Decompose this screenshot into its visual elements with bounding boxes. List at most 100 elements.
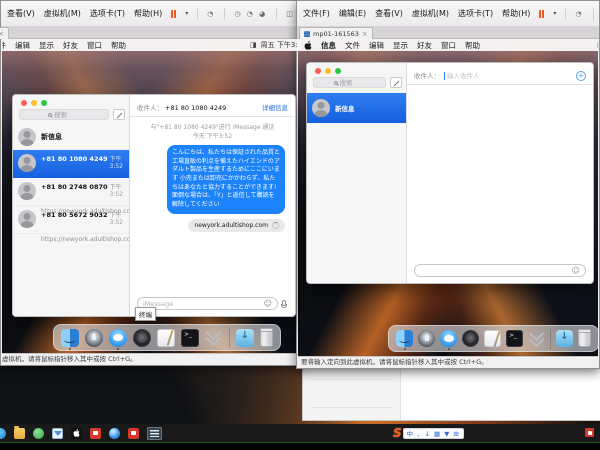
trash-icon[interactable]	[578, 330, 591, 347]
taskbar-icon-red-app-2[interactable]	[128, 428, 139, 439]
list-item-conversation[interactable]: +81 80 2748 0870下午3:52 https://newyork.a…	[13, 178, 129, 206]
taskbar-icon-mail-app[interactable]	[52, 428, 63, 439]
apple-menu-icon[interactable]	[304, 41, 312, 50]
emoji-icon[interactable]: ☺	[572, 267, 580, 275]
menu-tabs[interactable]: 选项卡(T)	[458, 8, 493, 19]
dark-app-icon[interactable]	[462, 330, 479, 347]
menu-file[interactable]: 文件(F)	[303, 8, 330, 19]
taskbar-icon-green-app[interactable]	[33, 428, 44, 439]
compose-button[interactable]	[390, 77, 402, 88]
recipient-value[interactable]: +81 80 1080 4249	[165, 104, 226, 112]
outgoing-message-bubble: こんにちは、私たちは保証された品質と工場直販の利点を備えたハイエンドのアダルト製…	[167, 145, 285, 214]
textedit-icon[interactable]	[157, 329, 175, 347]
menubar-item-file[interactable]: 文件	[2, 40, 6, 51]
message-input[interactable]	[420, 267, 568, 275]
tab-close-icon[interactable]: ×	[0, 30, 4, 38]
input-source-icon[interactable]: ◨	[250, 41, 257, 49]
taskbar-icon-vmware-active[interactable]	[147, 427, 162, 440]
recipient-input[interactable]	[447, 72, 586, 80]
menu-view[interactable]: 查看(V)	[7, 8, 35, 19]
tray-notification-icon[interactable]	[585, 428, 594, 437]
trash-icon[interactable]	[260, 329, 273, 347]
recipient-header: 收件人： +81 80 1080 4249 详细信息	[130, 95, 295, 117]
taskbar-icon-file-explorer[interactable]	[14, 428, 25, 439]
emoji-icon[interactable]: ☺	[264, 300, 272, 308]
close-button[interactable]	[315, 68, 321, 74]
minimize-button[interactable]	[31, 100, 37, 106]
taskbar-icon-apple-app[interactable]	[71, 428, 82, 439]
menubar-item-help[interactable]: 帮助	[465, 40, 480, 51]
toolbar-separator	[276, 8, 277, 20]
menu-vm[interactable]: 虚拟机(M)	[44, 8, 81, 19]
search-input[interactable]	[54, 111, 80, 119]
details-link[interactable]: 详细信息	[262, 102, 288, 112]
message-input[interactable]	[143, 300, 260, 308]
messages-icon[interactable]	[440, 330, 457, 347]
ctrl-alt-del-icon[interactable]: ◔	[207, 10, 215, 18]
pause-dropdown-icon[interactable]: ▾	[185, 10, 188, 17]
menu-edit[interactable]: 编辑(E)	[339, 8, 366, 19]
microphone-icon[interactable]	[282, 300, 286, 306]
search-input[interactable]	[340, 79, 366, 87]
dark-app-icon[interactable]	[133, 329, 151, 347]
launchpad-icon[interactable]	[418, 330, 435, 347]
menu-tabs[interactable]: 选项卡(T)	[90, 8, 125, 19]
menubar-item-view[interactable]: 显示	[393, 40, 408, 51]
close-button[interactable]	[21, 100, 27, 106]
terminal-icon[interactable]	[506, 330, 523, 347]
menubar-item-file[interactable]: 文件	[345, 40, 360, 51]
menubar-item-buddies[interactable]: 好友	[417, 40, 432, 51]
message-thread-empty	[407, 85, 593, 283]
search-field[interactable]	[313, 77, 386, 88]
menubar-item-edit[interactable]: 编辑	[369, 40, 384, 51]
messages-icon[interactable]	[109, 329, 127, 347]
menubar-item-edit[interactable]: 编辑	[15, 40, 30, 51]
ctrl-alt-del-icon[interactable]: ◔	[575, 10, 583, 18]
vm-tab-title: mp01-161563	[313, 30, 359, 38]
snapshot-icons[interactable]: ◷ ◔ ◕	[234, 10, 267, 18]
pause-dropdown-icon[interactable]: ▾	[553, 10, 556, 17]
vm-pause-button[interactable]	[539, 10, 544, 18]
list-item-new-message-selected[interactable]: 新信息	[307, 93, 406, 123]
minimize-button[interactable]	[325, 68, 331, 74]
stack-icon[interactable]	[205, 329, 223, 347]
menubar-item-buddies[interactable]: 好友	[63, 40, 78, 51]
menubar-clock[interactable]: 周五 下午3:52	[261, 40, 301, 50]
sogou-toolbar[interactable]: 中 ､ ↓ ▦ ▼ ⊞	[403, 428, 464, 439]
launchpad-icon[interactable]	[85, 329, 103, 347]
menu-view[interactable]: 查看(V)	[375, 8, 403, 19]
list-item-conversation-selected[interactable]: +81 80 1080 4249下午3:52 https://newyork.a…	[13, 150, 129, 178]
sogou-logo[interactable]: S	[393, 427, 402, 439]
menu-help[interactable]: 帮助(H)	[502, 8, 530, 19]
list-item-conversation[interactable]: +81 80 5672 9032下午3:52 https://newyork.a…	[13, 206, 129, 234]
zoom-button[interactable]	[41, 100, 47, 106]
finder-icon[interactable]	[61, 329, 79, 347]
list-item-new-message[interactable]: 新信息	[13, 125, 129, 150]
link-preview-bubble[interactable]: newyork.adultishop.com	[188, 219, 285, 232]
finder-icon[interactable]	[396, 330, 413, 347]
taskbar-icon-red-app[interactable]	[90, 428, 101, 439]
taskbar-icon-blue-browser[interactable]	[109, 428, 120, 439]
vm-tab[interactable]: mp01-161563 ×	[299, 27, 373, 39]
stack-icon[interactable]	[528, 330, 545, 347]
menubar-item-view[interactable]: 显示	[39, 40, 54, 51]
vm-tab[interactable]: ×	[0, 27, 9, 39]
menu-vm[interactable]: 虚拟机(M)	[412, 8, 449, 19]
downloads-icon[interactable]	[236, 329, 254, 347]
vm-pause-button[interactable]	[171, 10, 176, 18]
menu-help[interactable]: 帮助(H)	[134, 8, 162, 19]
compose-button[interactable]	[113, 109, 125, 120]
taskbar-icon-browser[interactable]	[0, 428, 6, 439]
background-host-window[interactable]	[302, 368, 600, 421]
menubar-app-name[interactable]: 信息	[321, 40, 336, 51]
menubar-item-help[interactable]: 帮助	[111, 40, 126, 51]
textedit-icon[interactable]	[484, 330, 501, 347]
downloads-icon[interactable]	[556, 330, 573, 347]
menubar-item-window[interactable]: 窗口	[87, 40, 102, 51]
search-field[interactable]	[19, 109, 109, 120]
terminal-icon[interactable]	[181, 329, 199, 347]
add-recipient-button[interactable]: +	[576, 71, 586, 81]
menubar-item-window[interactable]: 窗口	[441, 40, 456, 51]
zoom-button[interactable]	[335, 68, 341, 74]
tab-close-icon[interactable]: ×	[362, 30, 368, 38]
